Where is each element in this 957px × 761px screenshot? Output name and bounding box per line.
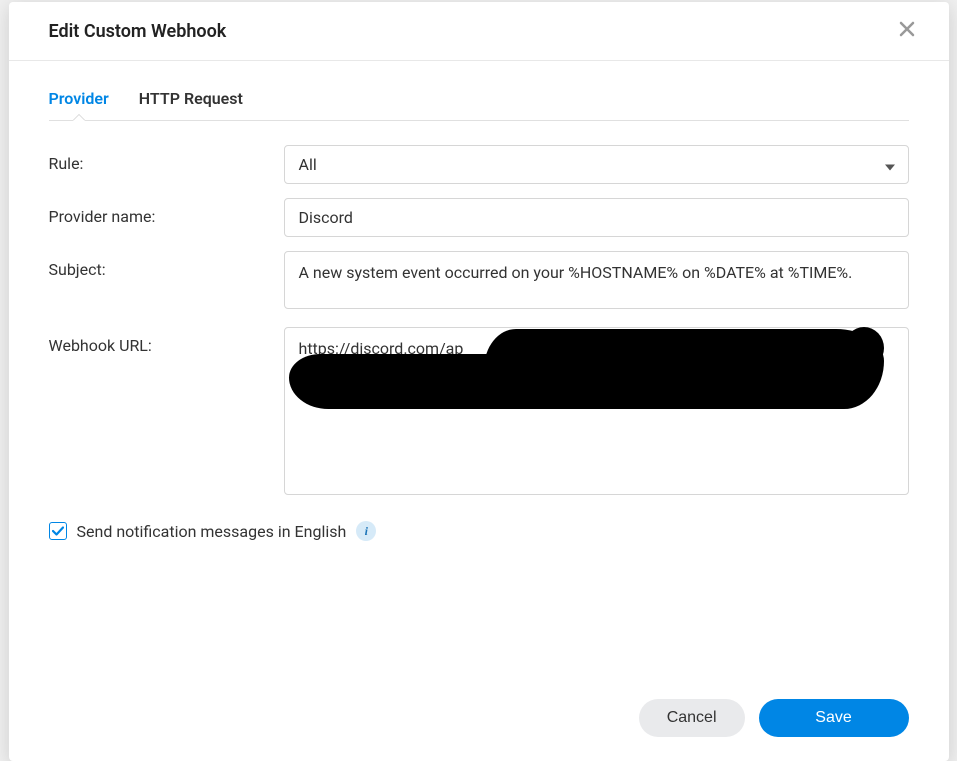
save-button[interactable]: Save — [759, 699, 909, 737]
subject-label: Subject: — [49, 251, 284, 279]
dialog-footer: Cancel Save — [9, 681, 949, 761]
row-provider-name: Provider name: — [49, 198, 909, 237]
webhook-url-label: Webhook URL: — [49, 327, 284, 355]
row-rule: Rule: All — [49, 145, 909, 184]
redaction-mark — [844, 327, 884, 369]
close-icon — [899, 21, 915, 37]
row-webhook-url: Webhook URL: — [49, 327, 909, 499]
dialog-header: Edit Custom Webhook — [9, 2, 949, 61]
row-english-checkbox: Send notification messages in English i — [49, 521, 909, 541]
tab-bar: Provider HTTP Request — [49, 81, 909, 121]
tab-http-request[interactable]: HTTP Request — [139, 81, 243, 120]
rule-select[interactable]: All — [284, 145, 909, 184]
english-checkbox-label: Send notification messages in English — [77, 522, 347, 541]
close-button[interactable] — [895, 20, 919, 42]
checkmark-icon — [52, 526, 64, 536]
provider-name-label: Provider name: — [49, 198, 284, 226]
english-checkbox[interactable] — [49, 522, 67, 540]
row-subject: Subject: — [49, 251, 909, 313]
edit-webhook-dialog: Edit Custom Webhook Provider HTTP Reques… — [9, 2, 949, 761]
dialog-title: Edit Custom Webhook — [49, 21, 227, 42]
info-icon[interactable]: i — [356, 521, 376, 541]
cancel-button[interactable]: Cancel — [639, 699, 745, 737]
redaction-mark — [289, 354, 669, 409]
dialog-body: Provider HTTP Request Rule: All Provider… — [9, 61, 949, 541]
subject-input[interactable] — [284, 251, 909, 309]
rule-label: Rule: — [49, 145, 284, 173]
tab-provider[interactable]: Provider — [49, 81, 109, 120]
provider-name-input[interactable] — [284, 198, 909, 237]
